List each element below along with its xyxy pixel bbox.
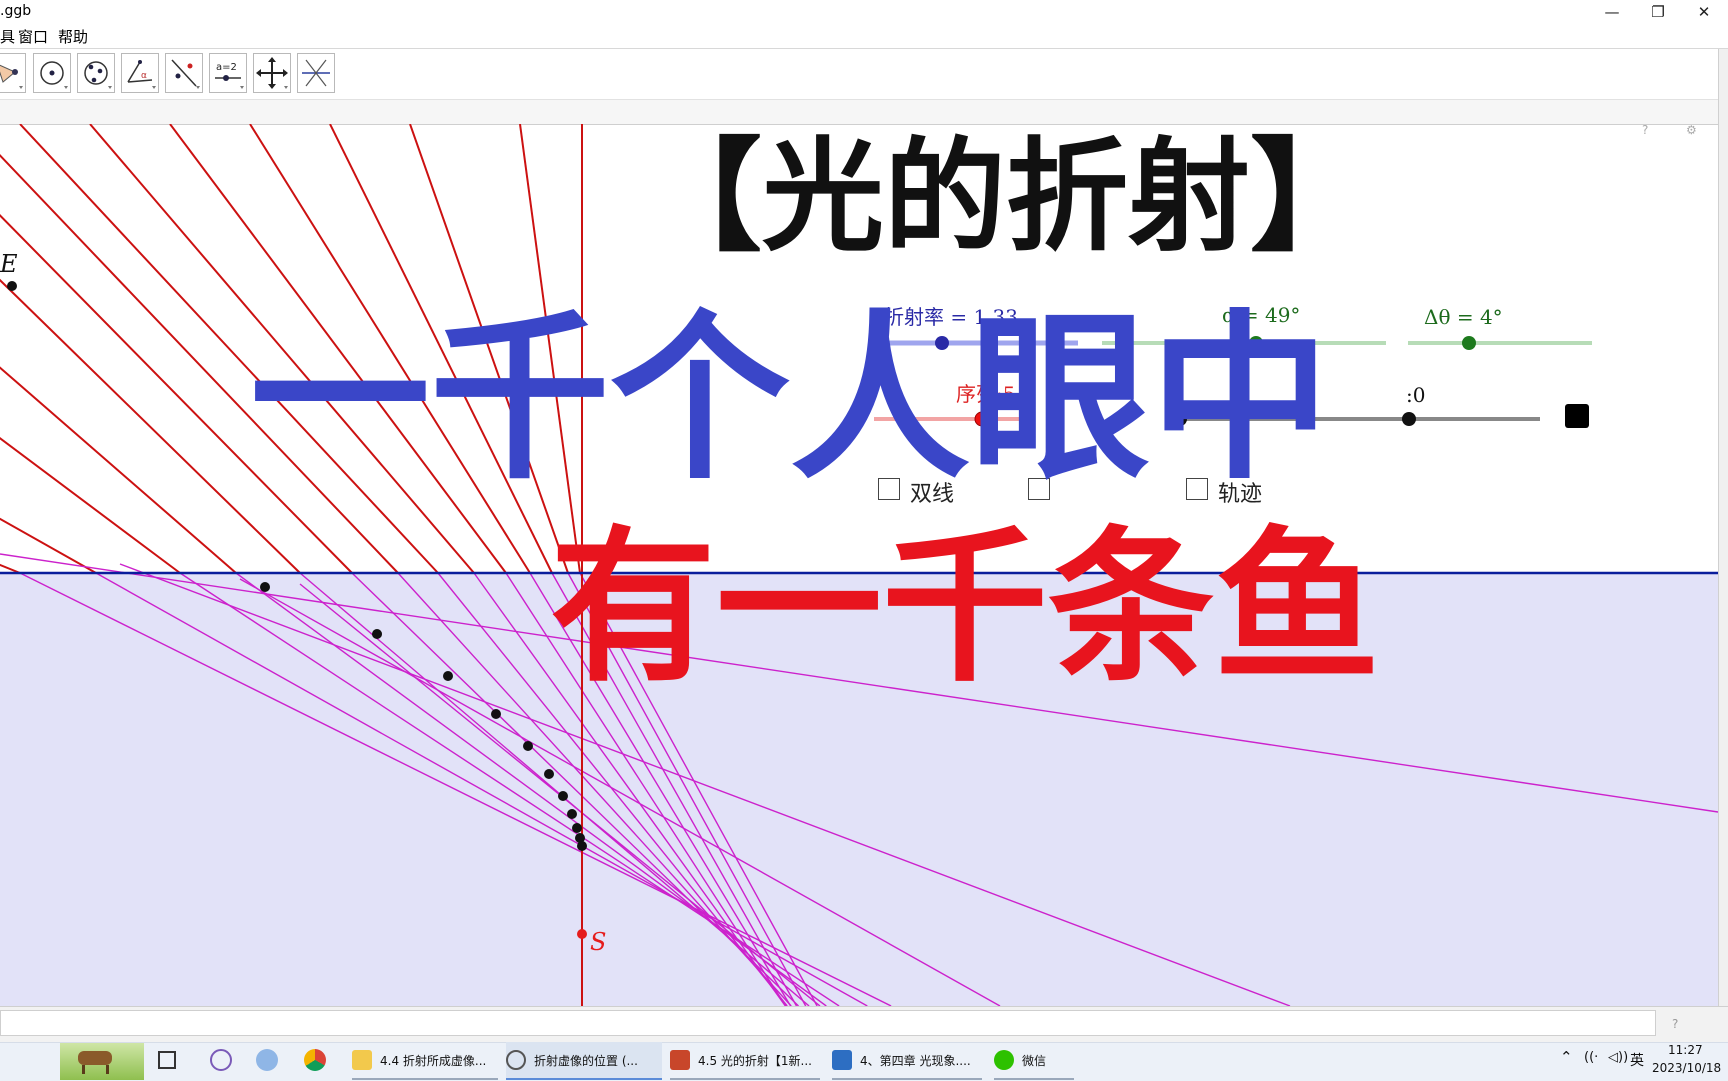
svg-text:α: α bbox=[141, 71, 147, 81]
point-e[interactable] bbox=[7, 281, 17, 291]
wechat-icon bbox=[994, 1050, 1014, 1070]
polygon-tool-button[interactable] bbox=[0, 53, 26, 93]
image-point bbox=[260, 582, 270, 592]
move-view-tool-button[interactable] bbox=[253, 53, 291, 93]
wallpaper-thumbnail-icon bbox=[60, 1043, 144, 1080]
paint-app-icon[interactable] bbox=[256, 1049, 278, 1071]
taskbar-item-pen-app[interactable]: 4、第四章 光现象.... bbox=[832, 1042, 982, 1080]
toolbar: α a=2 ↶ ↷ ? ⚙ bbox=[0, 49, 1718, 137]
network-icon[interactable]: ((· bbox=[1584, 1050, 1598, 1065]
angle-tool-button[interactable]: α bbox=[121, 53, 159, 93]
image-point bbox=[567, 809, 577, 819]
chrome-icon[interactable] bbox=[304, 1049, 326, 1071]
circle-center-tool-icon bbox=[40, 61, 68, 89]
taskbar-item-powerpoint[interactable]: 4.5 光的折射【1新... bbox=[670, 1042, 820, 1080]
circle-center-tool-button[interactable] bbox=[33, 53, 71, 93]
restore-button[interactable]: ❐ bbox=[1635, 0, 1681, 24]
point-s[interactable] bbox=[577, 929, 587, 939]
task-view-icon[interactable] bbox=[158, 1051, 176, 1069]
overlay-line1: 一千个人眼中 bbox=[250, 295, 1331, 504]
tray-chevron-icon[interactable]: ⌃ bbox=[1560, 1048, 1573, 1066]
clock-time[interactable]: 11:27 bbox=[1668, 1043, 1703, 1057]
taskbar-item-folder[interactable]: 4.4 折射所成虚像... bbox=[352, 1042, 498, 1080]
folder-icon bbox=[352, 1050, 372, 1070]
point-s-label: S bbox=[590, 928, 606, 956]
image-point bbox=[491, 709, 501, 719]
menu-window[interactable]: 窗口 bbox=[18, 26, 48, 47]
circle-three-points-tool-icon bbox=[84, 61, 112, 89]
style-bar bbox=[0, 99, 1718, 125]
graphics-view[interactable]: E S 折射率 = 1.33 α = 49° Δθ = 4° 序列:5 :0 双… bbox=[0, 123, 1719, 1007]
incident-ray bbox=[0, 563, 21, 574]
angle-tool-icon: α bbox=[127, 60, 156, 89]
input-help-icon[interactable]: ? bbox=[1672, 1017, 1678, 1031]
scissors-app-icon[interactable] bbox=[210, 1049, 232, 1071]
overlay-line2: 有一千条鱼 bbox=[550, 512, 1380, 705]
menu-help[interactable]: 帮助 bbox=[58, 26, 88, 47]
slider-tool-button[interactable]: a=2 bbox=[209, 53, 247, 93]
gray-slider-label: :0 bbox=[1406, 383, 1425, 407]
reflect-tool-button[interactable] bbox=[165, 53, 203, 93]
image-point bbox=[544, 769, 554, 779]
image-point bbox=[572, 823, 582, 833]
incident-ray bbox=[0, 437, 181, 574]
minimize-button[interactable]: — bbox=[1589, 0, 1635, 24]
stop-button[interactable] bbox=[1565, 404, 1589, 428]
gray-slider-handle-b[interactable] bbox=[1402, 412, 1416, 426]
side-panel-toggle[interactable] bbox=[1718, 49, 1728, 1006]
slider-tool-text: a=2 bbox=[216, 62, 237, 73]
circle-points-tool-button[interactable] bbox=[77, 53, 115, 93]
polygon-tool-icon bbox=[0, 64, 23, 89]
line-tool-icon bbox=[302, 59, 330, 87]
powerpoint-icon bbox=[670, 1050, 690, 1070]
clock-date[interactable]: 2023/10/18 bbox=[1652, 1061, 1721, 1075]
delta-theta-slider-handle[interactable] bbox=[1462, 336, 1476, 350]
pen-app-icon bbox=[832, 1050, 852, 1070]
point-e-label: E bbox=[0, 250, 18, 278]
menu-tools[interactable]: 具 bbox=[0, 26, 15, 47]
image-point bbox=[558, 791, 568, 801]
ime-indicator[interactable]: 英 bbox=[1630, 1050, 1644, 1070]
image-point bbox=[523, 741, 533, 751]
window-title: .ggb bbox=[0, 3, 32, 19]
reflect-tool-icon bbox=[171, 59, 200, 89]
move-view-tool-icon bbox=[256, 57, 288, 89]
line-tool-button[interactable] bbox=[297, 53, 335, 93]
input-field[interactable] bbox=[0, 1010, 1656, 1036]
volume-icon[interactable]: ◁)) bbox=[1608, 1050, 1628, 1065]
image-point bbox=[443, 671, 453, 681]
delta-theta-slider-label: Δθ = 4° bbox=[1424, 305, 1503, 329]
menu-bar: 具 窗口 帮助 bbox=[0, 24, 1728, 49]
taskbar-item-geogebra[interactable]: 折射虚像的位置 (... bbox=[506, 1042, 662, 1080]
close-button[interactable]: ✕ bbox=[1681, 0, 1727, 24]
slider-tool-icon: a=2 bbox=[215, 62, 244, 89]
image-point bbox=[577, 841, 587, 851]
title-bar: .ggb — ❐ ✕ bbox=[0, 0, 1728, 24]
geogebra-icon bbox=[506, 1050, 526, 1070]
overlay-title: 【光的折射】 bbox=[640, 126, 1372, 268]
image-point bbox=[372, 629, 382, 639]
taskbar-item-wechat[interactable]: 微信 bbox=[994, 1042, 1074, 1080]
